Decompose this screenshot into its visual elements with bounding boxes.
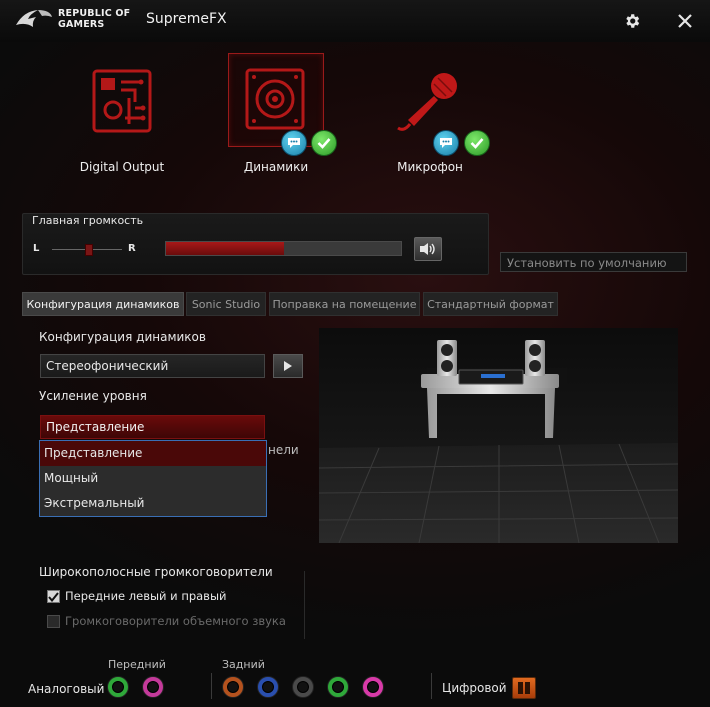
app-title: SupremeFX [146,11,227,27]
gain-dropdown-list[interactable]: Представление Мощный Экстремальный [39,440,267,517]
speaker-config-dropdown[interactable]: Стереофонический [40,354,265,378]
play-icon [284,361,292,371]
play-test-button[interactable] [273,354,303,378]
gear-icon [626,14,640,28]
brand-line-2: GAMERS [58,19,105,30]
tab-default-format[interactable]: Стандартный формат [423,292,558,316]
front-lr-checkbox[interactable] [47,590,60,603]
chat-icon[interactable] [433,130,459,156]
gain-value: Представление [46,420,145,434]
surround-checkbox[interactable] [47,615,60,628]
front-jacks-label: Передний [108,658,166,671]
rear-jack-gray[interactable] [292,676,314,698]
chat-icon[interactable] [281,130,307,156]
digital-output-icon [92,69,152,133]
set-default-button[interactable]: Установить по умолчанию [500,252,687,272]
front-jack-green[interactable] [107,676,129,698]
master-volume-title: Главная громкость [32,214,144,227]
device-label-digital-output: Digital Output [79,160,165,174]
front-lr-label: Передние левый и правый [65,589,227,603]
digital-label: Цифровой [442,681,507,695]
speaker-volume-icon [420,243,435,255]
volume-slider-fill[interactable] [166,242,284,255]
device-label-speakers: Динамики [243,160,309,174]
gain-option[interactable]: Мощный [40,466,266,491]
tab-room-correction[interactable]: Поправка на помещение [269,292,420,316]
rear-jack-blue[interactable] [257,676,279,698]
rear-jack-orange[interactable] [222,676,244,698]
partially-hidden-label: нели [268,443,299,457]
rear-jacks-label: Задний [222,658,265,671]
mute-button[interactable] [414,237,442,261]
jack-divider [211,673,212,699]
settings-button[interactable] [621,10,643,32]
speaker-preview [319,328,678,543]
device-speakers[interactable]: Динамики [228,53,337,178]
wideband-panel [32,571,305,639]
balance-left-label: L [33,243,40,254]
close-icon [678,14,692,28]
gain-dropdown[interactable]: Представление [40,415,265,439]
balance-right-label: R [128,243,136,254]
check-icon [464,130,490,156]
brand-line-1: REPUBLIC OF [58,8,131,19]
digital-divider [431,673,432,699]
microphone-icon [397,73,457,131]
check-icon [311,130,337,156]
gain-label: Усиление уровня [39,389,147,403]
balance-slider-handle[interactable] [85,244,93,256]
digital-output-button[interactable] [512,677,536,699]
tab-speaker-config[interactable]: Конфигурация динамиков [22,292,184,316]
analog-label: Аналоговый [28,682,105,696]
device-digital-output[interactable]: Digital Output [74,60,170,180]
digital-port-icon [518,682,523,694]
wideband-title: Широкополосные громкоговорители [39,565,273,579]
front-jack-pink[interactable] [142,676,164,698]
device-label-microphone: Микрофон [397,160,463,174]
gain-option[interactable]: Представление [40,441,266,466]
tab-sonic-studio[interactable]: Sonic Studio [186,292,266,316]
close-button[interactable] [674,10,696,32]
speaker-config-value: Стереофонический [46,359,169,373]
speaker-config-label: Конфигурация динамиков [39,330,206,344]
rear-jack-green[interactable] [327,676,349,698]
device-microphone[interactable]: Микрофон [380,60,490,180]
speaker-icon [245,68,305,130]
surround-label: Громкоговорители объемного звука [65,614,286,628]
gain-option[interactable]: Экстремальный [40,491,266,516]
rog-logo-icon [14,7,54,31]
rear-jack-pink[interactable] [362,676,384,698]
brand-text: REPUBLIC OF GAMERS [58,8,138,30]
